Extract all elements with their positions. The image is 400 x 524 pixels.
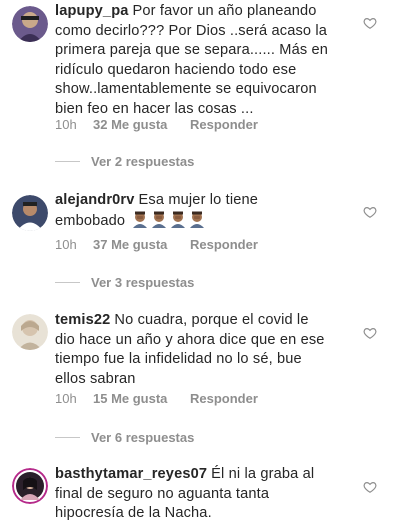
view-replies-button[interactable]: Ver 2 respuestas: [55, 153, 194, 169]
comment-meta: 10h 15 Me gusta Responder: [55, 390, 258, 406]
likes-count[interactable]: 37 Me gusta: [93, 237, 190, 252]
comment-text: lapupy_pa Por favor un año planeando como…: [55, 3, 329, 117]
comment-text: alejandr0rv Esa mujer lo tiene embobado: [55, 192, 259, 229]
like-heart-icon[interactable]: [363, 205, 377, 219]
avatar[interactable]: [12, 6, 48, 42]
view-replies-button[interactable]: Ver 6 respuestas: [55, 429, 194, 445]
man-facepalming-emoji: [189, 211, 205, 228]
timestamp: 10h: [55, 116, 77, 132]
timestamp: 10h: [55, 390, 77, 406]
like-heart-icon[interactable]: [363, 326, 377, 340]
man-facepalming-emoji: [151, 211, 167, 228]
avatar[interactable]: [12, 314, 48, 350]
username[interactable]: temis22: [55, 312, 110, 328]
man-facepalming-emoji: [170, 211, 186, 228]
man-facepalming-emoji: [132, 211, 148, 228]
like-heart-icon[interactable]: [363, 16, 377, 30]
username[interactable]: alejandr0rv: [55, 192, 135, 208]
username[interactable]: basthytamar_reyes07: [55, 466, 207, 482]
divider-line: [55, 436, 80, 438]
divider-line: [55, 160, 80, 162]
reply-button[interactable]: Responder: [190, 117, 258, 132]
comment-meta: 10h 32 Me gusta Responder: [55, 116, 258, 132]
comment-meta: 10h 37 Me gusta Responder: [55, 236, 258, 252]
like-heart-icon[interactable]: [363, 480, 377, 494]
comment-text: temis22 No cuadra, porque el covid le dio…: [55, 312, 325, 387]
comment-item: lapupy_pa Por favor un año planeando como…: [0, 0, 400, 170]
timestamp: 10h: [55, 236, 77, 252]
view-replies-button[interactable]: Ver 3 respuestas: [55, 274, 194, 290]
reply-button[interactable]: Responder: [190, 391, 258, 406]
avatar[interactable]: [12, 195, 48, 231]
divider-line: [55, 281, 80, 283]
avatar[interactable]: [12, 468, 48, 504]
username[interactable]: lapupy_pa: [55, 3, 129, 19]
comment-text: basthytamar_reyes07 Él ni la graba al fin…: [55, 466, 315, 522]
reply-button[interactable]: Responder: [190, 237, 258, 252]
likes-count[interactable]: 15 Me gusta: [93, 391, 190, 406]
likes-count[interactable]: 32 Me gusta: [93, 117, 190, 132]
